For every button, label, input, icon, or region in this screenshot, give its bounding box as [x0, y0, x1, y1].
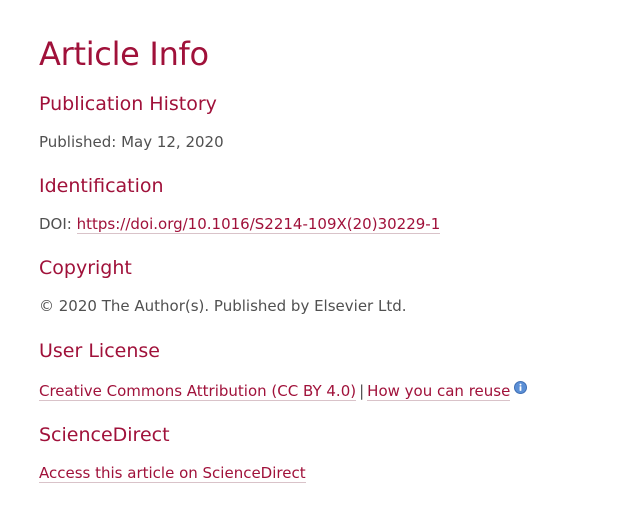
published-label: Published:: [39, 133, 117, 151]
article-info-panel: Article Info Publication History Publish…: [0, 0, 644, 484]
reuse-link[interactable]: How you can reuse: [367, 382, 511, 401]
sciencedirect-heading: ScienceDirect: [39, 424, 170, 446]
published-row: Published: May 12, 2020: [39, 131, 644, 153]
license-separator: |: [359, 382, 365, 400]
sciencedirect-link[interactable]: Access this article on ScienceDirect: [39, 464, 306, 483]
info-icon[interactable]: [514, 378, 528, 394]
cc-license-link[interactable]: Creative Commons Attribution (CC BY 4.0): [39, 382, 357, 401]
published-date: May 12, 2020: [121, 133, 224, 151]
identification-heading: Identification: [39, 175, 164, 197]
copyright-text: © 2020 The Author(s). Published by Elsev…: [39, 297, 407, 315]
publication-history-heading: Publication History: [39, 93, 217, 115]
doi-row: DOI: https://doi.org/10.1016/S2214-109X(…: [39, 213, 644, 235]
user-license-heading: User License: [39, 340, 160, 362]
copyright-heading: Copyright: [39, 257, 132, 279]
doi-link[interactable]: https://doi.org/10.1016/S2214-109X(20)30…: [76, 215, 441, 234]
page-title: Article Info: [39, 35, 209, 73]
license-row: Creative Commons Attribution (CC BY 4.0)…: [39, 378, 644, 402]
doi-label: DOI:: [39, 215, 72, 233]
sciencedirect-row: Access this article on ScienceDirect: [39, 462, 644, 484]
